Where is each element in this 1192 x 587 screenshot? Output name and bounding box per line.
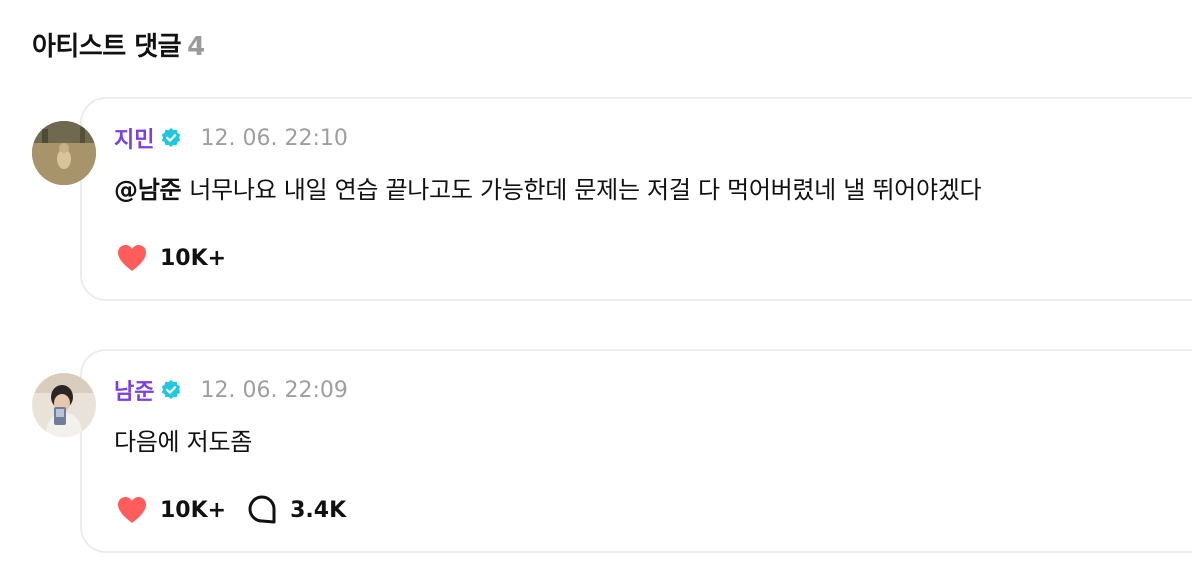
heart-icon: [118, 497, 146, 523]
speech-bubble-icon: [248, 495, 276, 524]
author-name[interactable]: 지민: [114, 122, 154, 154]
comment-text: @남준 너무나요 내일 연습 끝나고도 가능한데 문제는 저걸 다 먹어버렸네 낼…: [114, 170, 982, 205]
section-title-text: 아티스트 댓글: [32, 32, 182, 62]
comment-body: 너무나요 내일 연습 끝나고도 가능한데 문제는 저걸 다 먹어버렸네 낼 뛰어…: [189, 176, 982, 204]
comment-body: 다음에 저도좀: [114, 428, 253, 456]
comment-timestamp: 12. 06. 22:10: [200, 125, 348, 151]
comment-timestamp: 12. 06. 22:09: [200, 377, 348, 403]
heart-icon: [118, 245, 146, 271]
avatar[interactable]: [32, 121, 96, 185]
section-title: 아티스트 댓글 4: [32, 26, 205, 63]
like-button[interactable]: 10K+: [114, 492, 226, 528]
like-button[interactable]: 10K+: [114, 240, 226, 276]
verified-check-icon: [162, 380, 181, 399]
verified-check-icon: [162, 128, 181, 147]
comment-meta: 지민 12. 06. 22:10: [114, 122, 348, 154]
artist-comments-panel: 아티스트 댓글 4 지민 12. 06. 22:10 @남준 너무나요 내일 연…: [0, 0, 1192, 587]
comment-actions: 10K+: [114, 240, 244, 276]
comment-meta: 남준 12. 06. 22:09: [114, 374, 348, 406]
reply-button[interactable]: 3.4K: [244, 492, 346, 528]
like-count: 10K+: [160, 245, 227, 271]
mention-link[interactable]: @남준: [114, 176, 182, 204]
author-name[interactable]: 남준: [114, 374, 154, 406]
reply-count: 3.4K: [290, 497, 347, 523]
like-count: 10K+: [160, 497, 227, 523]
comment-count: 4: [187, 32, 205, 62]
avatar[interactable]: [32, 373, 96, 437]
comment-actions: 10K+ 3.4K: [114, 492, 364, 528]
comment-text: 다음에 저도좀: [114, 422, 252, 457]
